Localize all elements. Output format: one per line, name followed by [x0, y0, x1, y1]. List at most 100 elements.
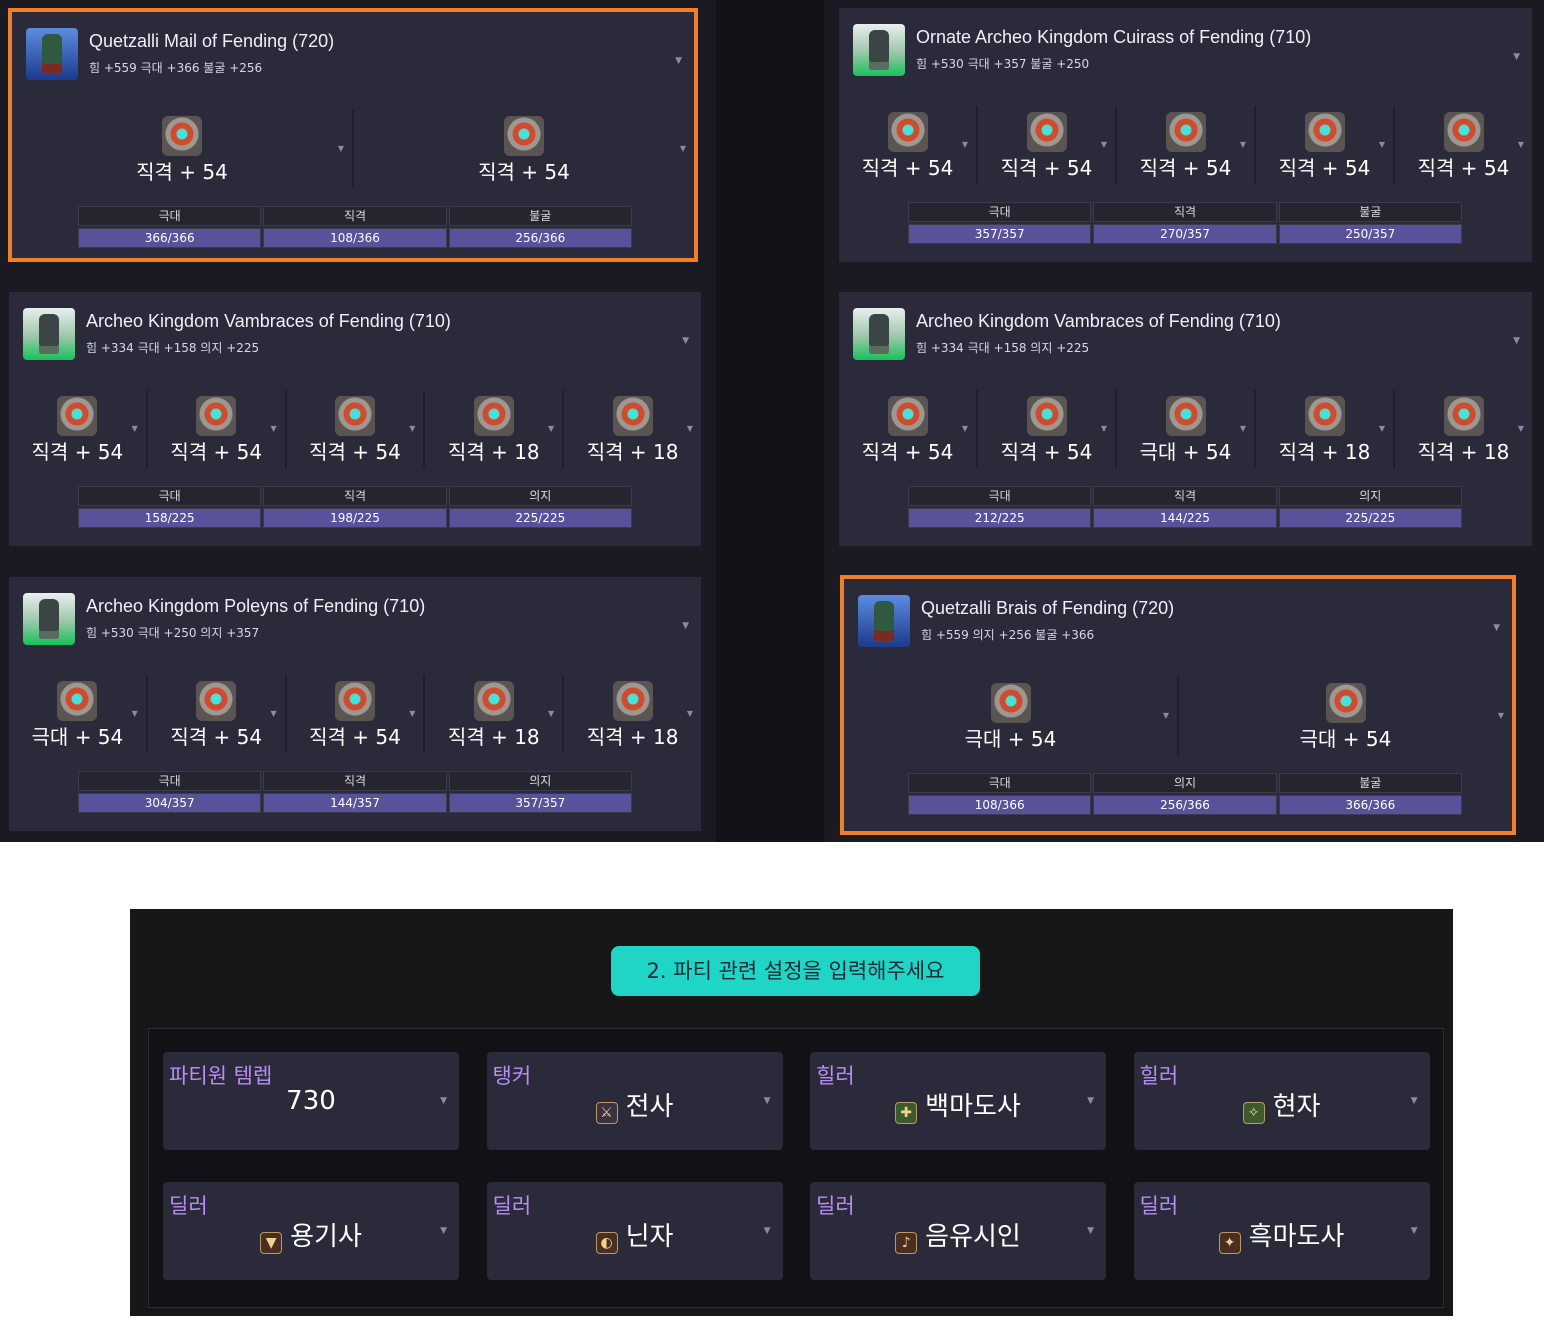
gear-card-header[interactable]: Archeo Kingdom Vambraces of Fending (710…	[9, 292, 701, 388]
chevron-down-icon[interactable]: ▼	[962, 140, 968, 149]
chevron-down-icon[interactable]: ▼	[440, 1096, 447, 1106]
chevron-down-icon[interactable]: ▼	[270, 709, 276, 718]
materia-icon	[334, 396, 375, 436]
gear-item-name: Quetzalli Brais of Fending (720)	[921, 598, 1175, 618]
gear-card-header[interactable]: Archeo Kingdom Poleyns of Fending (710) …	[9, 577, 701, 673]
substat-header: 극대	[908, 773, 1092, 793]
chevron-down-icon[interactable]: ▼	[687, 424, 693, 433]
gear-card-header[interactable]: Quetzalli Brais of Fending (720) 힘 +559 …	[844, 579, 1512, 675]
chevron-down-icon[interactable]: ▼	[764, 1226, 771, 1236]
substat-value: 270/357	[1093, 224, 1277, 244]
substat-table: 극대 직격 의지 212/225 144/225 225/225	[908, 486, 1462, 528]
materia-slot[interactable]: 직격 + 18 ▼	[425, 675, 563, 753]
materia-slot[interactable]: 극대 + 54 ▼	[9, 675, 146, 753]
chevron-down-icon[interactable]: ▼	[548, 424, 554, 433]
gear-card-header[interactable]: Archeo Kingdom Vambraces of Fending (710…	[839, 292, 1532, 388]
chevron-down-icon[interactable]: ▼	[682, 336, 689, 346]
gear-item-name: Archeo Kingdom Poleyns of Fending (710)	[86, 596, 426, 616]
party-slot-select[interactable]: 힐러 ✚ 백마도사 ▼	[810, 1052, 1106, 1150]
materia-slot[interactable]: 직격 + 18 ▼	[564, 675, 701, 753]
party-slot-select[interactable]: 힐러 ✧ 현자 ▼	[1133, 1052, 1430, 1150]
materia-melds: 직격 + 54 ▼ 직격 + 54 ▼	[12, 110, 694, 188]
party-slot-select[interactable]: 딜러 ♪ 음유시인 ▼	[810, 1182, 1106, 1280]
party-slot-select[interactable]: 탱커 ⚔ 전사 ▼	[486, 1052, 783, 1150]
chevron-down-icon[interactable]: ▼	[1163, 711, 1169, 720]
chevron-down-icon[interactable]: ▼	[682, 621, 689, 631]
materia-label: 직격 + 18	[586, 440, 679, 464]
gear-item-name: Archeo Kingdom Vambraces of Fending (710…	[86, 311, 451, 331]
chevron-down-icon[interactable]: ▼	[548, 709, 554, 718]
materia-slot[interactable]: 직격 + 54 ▼	[839, 106, 976, 184]
chevron-down-icon[interactable]: ▼	[409, 709, 415, 718]
chevron-down-icon[interactable]: ▼	[1240, 140, 1246, 149]
chevron-down-icon[interactable]: ▼	[409, 424, 415, 433]
materia-icon	[612, 396, 653, 436]
chevron-down-icon[interactable]: ▼	[440, 1226, 447, 1236]
materia-slot[interactable]: 직격 + 18 ▼	[564, 390, 701, 468]
materia-slot[interactable]: 극대 + 54 ▼	[844, 677, 1177, 755]
materia-slot[interactable]: 직격 + 18 ▼	[1256, 390, 1393, 468]
materia-label: 직격 + 54	[1417, 156, 1510, 180]
chevron-down-icon[interactable]: ▼	[270, 424, 276, 433]
chevron-down-icon[interactable]: ▼	[1101, 140, 1107, 149]
materia-slot[interactable]: 직격 + 54 ▼	[12, 110, 352, 188]
chevron-down-icon[interactable]: ▼	[1493, 623, 1500, 633]
party-slot-value-wrap: 730	[163, 1086, 459, 1116]
materia-slot[interactable]: 직격 + 54 ▼	[286, 390, 424, 468]
substat-value: 366/366	[1278, 795, 1462, 815]
party-slot-select[interactable]: 파티원 템렙 730 ▼	[163, 1052, 459, 1150]
party-slot-select[interactable]: 딜러 ✦ 흑마도사 ▼	[1133, 1182, 1430, 1280]
materia-icon	[57, 396, 98, 436]
materia-slot[interactable]: 직격 + 54 ▼	[1117, 106, 1254, 184]
substat-header: 극대	[78, 206, 262, 226]
materia-slot[interactable]: 직격 + 54 ▼	[1256, 106, 1393, 184]
party-slot-value-wrap: ◐ 닌자	[487, 1216, 783, 1254]
chevron-down-icon[interactable]: ▼	[764, 1096, 771, 1106]
materia-slot[interactable]: 직격 + 54 ▼	[1395, 106, 1532, 184]
materia-slot[interactable]: 직격 + 18 ▼	[1395, 390, 1532, 468]
materia-icon	[887, 112, 928, 152]
materia-label: 직격 + 54	[1000, 440, 1093, 464]
party-slot-value-wrap: ⚔ 전사	[487, 1086, 783, 1124]
chevron-down-icon[interactable]: ▼	[1498, 711, 1504, 720]
chevron-down-icon[interactable]: ▼	[1379, 140, 1385, 149]
materia-slot[interactable]: 직격 + 54 ▼	[147, 675, 285, 753]
party-slot-select[interactable]: 딜러 ◐ 닌자 ▼	[486, 1182, 783, 1280]
materia-slot[interactable]: 직격 + 54 ▼	[286, 675, 424, 753]
chevron-down-icon[interactable]: ▼	[962, 424, 968, 433]
materia-slot[interactable]: 직격 + 54 ▼	[978, 390, 1115, 468]
chevron-down-icon[interactable]: ▼	[132, 424, 138, 433]
chevron-down-icon[interactable]: ▼	[1513, 52, 1520, 62]
chevron-down-icon[interactable]: ▼	[1518, 140, 1524, 149]
chevron-down-icon[interactable]: ▼	[1240, 424, 1246, 433]
chevron-down-icon[interactable]: ▼	[338, 144, 344, 153]
chevron-down-icon[interactable]: ▼	[687, 709, 693, 718]
gear-card-header[interactable]: Quetzalli Mail of Fending (720) 힘 +559 극…	[12, 12, 694, 108]
materia-slot[interactable]: 극대 + 54 ▼	[1179, 677, 1512, 755]
substat-header: 불굴	[1278, 202, 1462, 222]
chevron-down-icon[interactable]: ▼	[132, 709, 138, 718]
chevron-down-icon[interactable]: ▼	[1518, 424, 1524, 433]
party-slot-select[interactable]: 딜러 ▼ 용기사 ▼	[163, 1182, 459, 1280]
chevron-down-icon[interactable]: ▼	[1411, 1226, 1418, 1236]
gear-card: Archeo Kingdom Poleyns of Fending (710) …	[9, 577, 701, 831]
materia-slot[interactable]: 직격 + 54 ▼	[354, 110, 694, 188]
substat-table: 극대 직격 불굴 357/357 270/357 250/357	[908, 202, 1462, 244]
materia-slot[interactable]: 직격 + 54 ▼	[147, 390, 285, 468]
chevron-down-icon[interactable]: ▼	[680, 144, 686, 153]
chevron-down-icon[interactable]: ▼	[1087, 1096, 1094, 1106]
substat-header: 의지	[448, 771, 632, 791]
chevron-down-icon[interactable]: ▼	[675, 56, 682, 66]
party-slot-value: 전사	[625, 1092, 674, 1122]
chevron-down-icon[interactable]: ▼	[1379, 424, 1385, 433]
chevron-down-icon[interactable]: ▼	[1513, 336, 1520, 346]
chevron-down-icon[interactable]: ▼	[1411, 1096, 1418, 1106]
gear-card-header[interactable]: Ornate Archeo Kingdom Cuirass of Fending…	[839, 8, 1532, 104]
materia-slot[interactable]: 극대 + 54 ▼	[1117, 390, 1254, 468]
materia-slot[interactable]: 직격 + 54 ▼	[9, 390, 146, 468]
chevron-down-icon[interactable]: ▼	[1087, 1226, 1094, 1236]
materia-slot[interactable]: 직격 + 54 ▼	[839, 390, 976, 468]
materia-slot[interactable]: 직격 + 54 ▼	[978, 106, 1115, 184]
materia-slot[interactable]: 직격 + 18 ▼	[425, 390, 563, 468]
chevron-down-icon[interactable]: ▼	[1101, 424, 1107, 433]
